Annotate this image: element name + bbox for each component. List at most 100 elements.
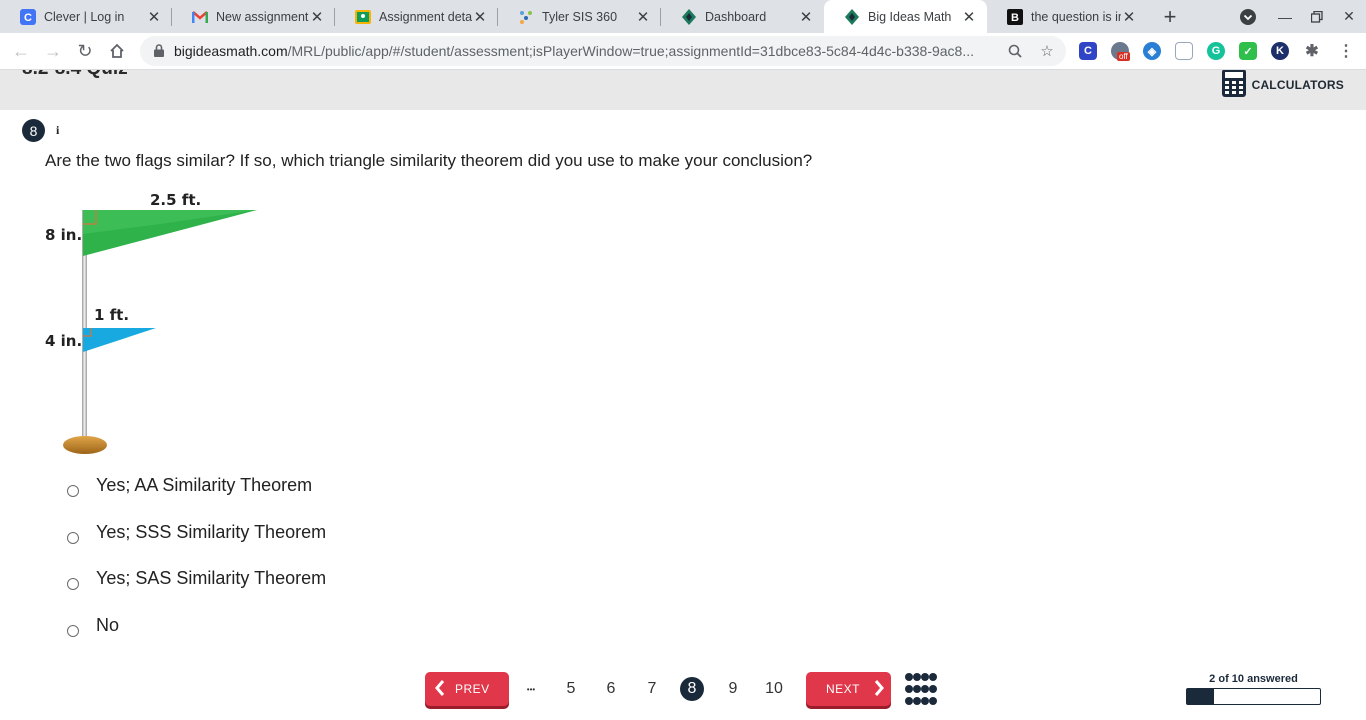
close-tab-icon[interactable]: ✕ xyxy=(309,9,325,26)
address-bar[interactable]: bigideasmath.com/MRL/public/app/#/studen… xyxy=(140,36,1066,66)
minimize-icon[interactable]: — xyxy=(1268,0,1302,33)
page-link-5[interactable]: 5 xyxy=(561,677,581,701)
shield-extension-icon[interactable]: ◈ xyxy=(1143,42,1161,60)
back-icon[interactable]: ← xyxy=(8,38,34,64)
blocker-extension-icon[interactable]: off xyxy=(1111,42,1130,61)
close-tab-icon[interactable]: ✕ xyxy=(472,9,488,26)
tyler-icon xyxy=(518,9,534,25)
gmail-icon xyxy=(192,9,208,25)
close-tab-icon[interactable]: ✕ xyxy=(146,9,162,26)
small-flag-height-label: 4 in. xyxy=(45,332,82,350)
clever-icon: C xyxy=(20,8,36,25)
check-extension-icon[interactable]: ✓ xyxy=(1239,42,1257,60)
close-tab-icon[interactable]: ✕ xyxy=(798,9,814,26)
browser-tab-strip: C Clever | Log in ✕ New assignment: ✕ As… xyxy=(0,0,1366,33)
url-text[interactable]: bigideasmath.com/MRL/public/app/#/studen… xyxy=(174,43,1004,59)
question-number-badge: 8 xyxy=(22,119,45,142)
small-flag xyxy=(83,328,156,352)
tab-title: Clever | Log in xyxy=(44,9,125,24)
svg-text:B: B xyxy=(1011,12,1019,24)
choice-aa[interactable]: Yes; AA Similarity Theorem xyxy=(67,475,312,497)
choice-sas[interactable]: Yes; SAS Similarity Theorem xyxy=(67,568,326,590)
page-link-10[interactable]: 10 xyxy=(761,677,787,701)
tab-search-icon[interactable] xyxy=(1231,0,1265,33)
tab-clever[interactable]: C Clever | Log in ✕ xyxy=(0,0,172,33)
tab-gmail[interactable]: New assignment: ✕ xyxy=(172,0,335,33)
answered-progress-fill xyxy=(1187,689,1214,704)
zoom-icon[interactable] xyxy=(1006,42,1024,60)
url-host: bigideasmath.com xyxy=(174,43,288,59)
small-flag-length-label: 1 ft. xyxy=(94,306,129,324)
large-flag-height-label: 8 in. xyxy=(45,226,82,244)
menu-dots-icon[interactable]: ⋮ xyxy=(1337,42,1355,60)
choice-label[interactable]: Yes; SSS Similarity Theorem xyxy=(96,522,326,543)
classroom-icon xyxy=(355,9,371,25)
tab-brainly[interactable]: B the question is inc ✕ xyxy=(987,0,1147,33)
bigideas-icon xyxy=(844,8,860,25)
image-extension-icon[interactable] xyxy=(1175,42,1193,60)
tab-tyler[interactable]: Tyler SIS 360 ✕ xyxy=(498,0,661,33)
prev-button[interactable]: PREV xyxy=(425,672,509,706)
calculators-label: CALCULATORS xyxy=(1251,78,1344,92)
tab-title: Dashboard xyxy=(705,9,767,24)
page-link-8-current[interactable]: 8 xyxy=(680,677,704,701)
bookmark-star-icon[interactable]: ☆ xyxy=(1038,42,1056,60)
choice-label[interactable]: No xyxy=(96,615,119,636)
radio-button[interactable] xyxy=(67,625,79,637)
close-window-icon[interactable]: ✕ xyxy=(1332,0,1366,33)
tab-dashboard[interactable]: Dashboard ✕ xyxy=(661,0,824,33)
svg-text:C: C xyxy=(24,12,32,24)
flag-pole-base xyxy=(63,436,107,454)
page-ellipsis[interactable]: ••• xyxy=(522,677,540,701)
info-icon[interactable]: i xyxy=(56,123,59,138)
tab-big-ideas-math[interactable]: Big Ideas Math ✕ xyxy=(824,0,987,33)
home-icon[interactable] xyxy=(104,38,130,64)
flags-figure: 2.5 ft. 8 in. 1 ft. 4 in. xyxy=(40,186,280,458)
tab-title: Big Ideas Math xyxy=(868,9,952,24)
kami-extension-icon[interactable]: K xyxy=(1271,42,1289,60)
extensions-puzzle-icon[interactable]: ✱ xyxy=(1303,42,1321,60)
new-tab-button[interactable]: + xyxy=(1158,4,1182,29)
grammarly-extension-icon[interactable]: G xyxy=(1207,42,1225,60)
tab-title: New assignment: xyxy=(216,9,309,24)
next-button[interactable]: NEXT xyxy=(806,672,891,706)
choice-sss[interactable]: Yes; SSS Similarity Theorem xyxy=(67,522,326,544)
question-grid-icon[interactable] xyxy=(904,672,938,706)
page-link-6[interactable]: 6 xyxy=(601,677,621,701)
tab-title: Assignment detail xyxy=(379,9,472,24)
close-tab-icon[interactable]: ✕ xyxy=(1121,9,1137,26)
chevron-right-icon xyxy=(874,679,884,699)
next-label: NEXT xyxy=(826,682,861,696)
forward-icon[interactable]: → xyxy=(40,38,66,64)
tab-title: the question is inc xyxy=(1031,9,1121,24)
extension-badge: off xyxy=(1117,52,1130,61)
reload-icon[interactable]: ↻ xyxy=(72,38,98,64)
radio-button[interactable] xyxy=(67,578,79,590)
quiz-header: 8.2-8.4 Quiz CALCULATORS xyxy=(0,70,1366,110)
calculator-icon xyxy=(1221,70,1246,102)
tab-assignment[interactable]: Assignment detail ✕ xyxy=(335,0,498,33)
quiz-title: 8.2-8.4 Quiz xyxy=(22,70,128,80)
lock-icon[interactable] xyxy=(154,44,164,62)
url-path: /MRL/public/app/#/student/assessment;isP… xyxy=(287,43,975,59)
bigideas-icon xyxy=(681,8,697,25)
choice-label[interactable]: Yes; SAS Similarity Theorem xyxy=(96,568,326,589)
answered-progress-bar xyxy=(1186,688,1321,705)
prev-label: PREV xyxy=(455,682,490,696)
chevron-left-icon xyxy=(435,679,445,699)
radio-button[interactable] xyxy=(67,532,79,544)
choice-no[interactable]: No xyxy=(67,615,119,637)
restore-icon[interactable] xyxy=(1300,0,1334,33)
choice-label[interactable]: Yes; AA Similarity Theorem xyxy=(96,475,312,496)
close-tab-icon[interactable]: ✕ xyxy=(635,9,651,26)
answered-count: 2 of 10 answered xyxy=(1209,673,1298,685)
large-flag-length-label: 2.5 ft. xyxy=(150,191,201,209)
close-tab-icon[interactable]: ✕ xyxy=(961,9,977,26)
browser-toolbar: ← → ↻ bigideasmath.com/MRL/public/app/#/… xyxy=(0,33,1366,70)
calculators-button[interactable]: CALCULATORS xyxy=(1221,70,1344,102)
clever-extension-icon[interactable]: C xyxy=(1079,42,1097,60)
page-link-7[interactable]: 7 xyxy=(642,677,662,701)
tab-title: Tyler SIS 360 xyxy=(542,9,618,24)
radio-button[interactable] xyxy=(67,485,79,497)
page-link-9[interactable]: 9 xyxy=(723,677,743,701)
